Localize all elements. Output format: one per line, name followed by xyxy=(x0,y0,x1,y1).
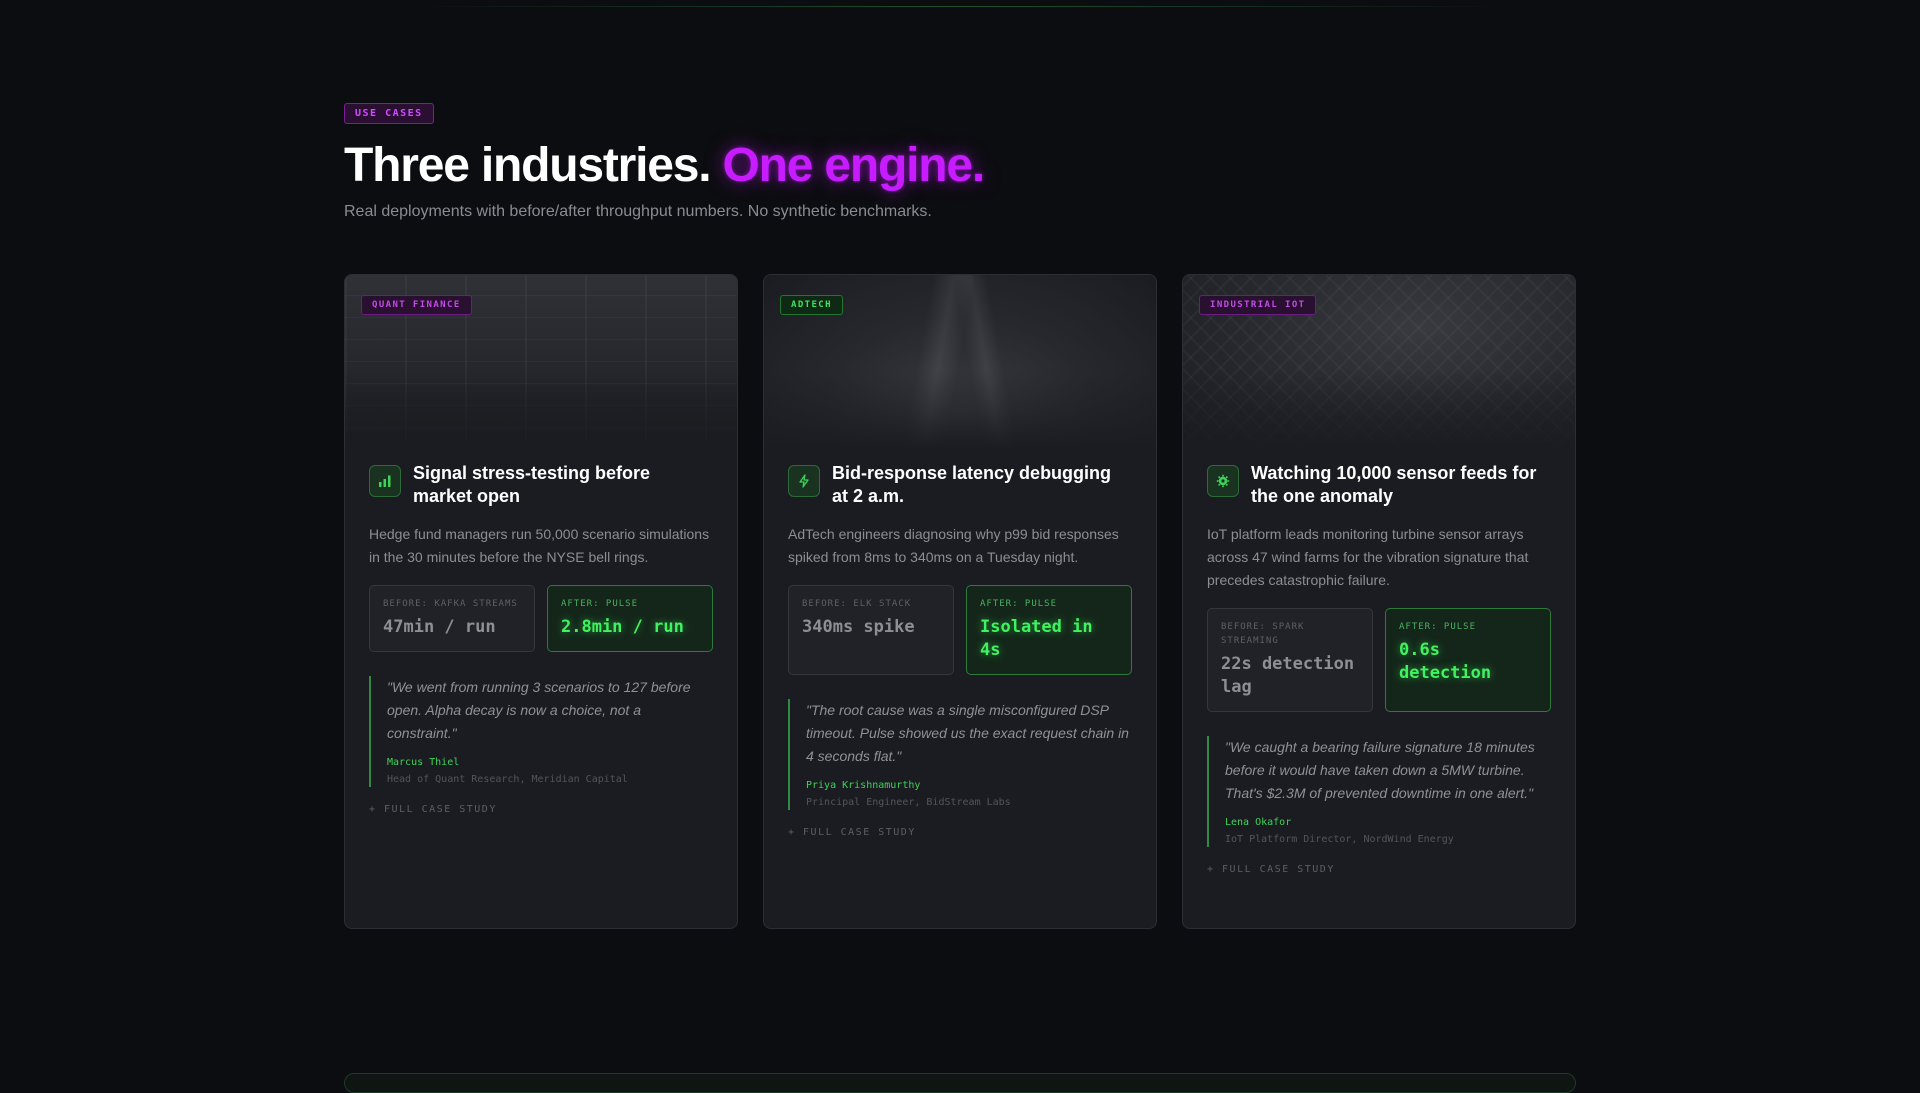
quote-text: "We went from running 3 scenarios to 127… xyxy=(387,679,691,741)
quote-author-role: Principal Engineer, BidStream Labs xyxy=(806,797,1011,808)
quote-text: "We caught a bearing failure signature 1… xyxy=(1225,739,1535,801)
use-case-card-adtech: ADTECH Bid-response latency debugging at… xyxy=(763,274,1157,929)
before-after-metrics: BEFORE: KAFKA STREAMS 47min / run AFTER:… xyxy=(369,585,713,652)
gear-icon xyxy=(1207,465,1239,497)
top-divider-glow xyxy=(410,6,1510,7)
card-description: Hedge fund managers run 50,000 scenario … xyxy=(369,526,710,565)
full-case-study-link[interactable]: + FULL CASE STUDY xyxy=(1207,864,1335,875)
section-eyebrow-badge: USE CASES xyxy=(344,103,434,124)
section-title-main: Three industries. xyxy=(344,139,712,192)
full-case-study-link[interactable]: + FULL CASE STUDY xyxy=(788,827,916,838)
card-description: IoT platform leads monitoring turbine se… xyxy=(1207,526,1529,588)
section-title: Three industries. One engine. xyxy=(344,138,1576,194)
next-section-edge xyxy=(344,1073,1576,1093)
metric-after-label: AFTER: PULSE xyxy=(980,599,1058,609)
industry-tag: QUANT FINANCE xyxy=(361,295,472,315)
industry-tag: INDUSTRIAL IOT xyxy=(1199,295,1317,315)
metric-before-value: 340ms spike xyxy=(802,617,915,637)
metric-before-label: BEFORE: SPARK STREAMING xyxy=(1221,622,1305,646)
use-cases-header: USE CASES Three industries. One engine. … xyxy=(344,103,1576,221)
quote-author: Priya Krishnamurthy xyxy=(806,780,921,791)
card-image-team-photo: ADTECH xyxy=(764,275,1156,450)
section-subtitle: Real deployments with before/after throu… xyxy=(344,203,932,220)
testimonial-quote: "The root cause was a single misconfigur… xyxy=(788,699,1132,810)
metric-before-label: BEFORE: ELK STACK xyxy=(802,599,912,609)
metric-before-value: 47min / run xyxy=(383,617,496,637)
quote-author: Lena Okafor xyxy=(1225,817,1292,828)
metric-before: BEFORE: ELK STACK 340ms spike xyxy=(788,585,954,675)
full-case-study-link[interactable]: + FULL CASE STUDY xyxy=(369,804,497,815)
card-title: Bid-response latency debugging at 2 a.m. xyxy=(832,463,1112,506)
testimonial-quote: "We caught a bearing failure signature 1… xyxy=(1207,736,1551,847)
use-case-cards: QUANT FINANCE Signal stress-testing befo… xyxy=(344,274,1576,929)
card-image-trading-floor: QUANT FINANCE xyxy=(345,275,737,450)
metric-after: AFTER: PULSE Isolated in 4s xyxy=(966,585,1132,675)
quote-author: Marcus Thiel xyxy=(387,757,460,768)
before-after-metrics: BEFORE: ELK STACK 340ms spike AFTER: PUL… xyxy=(788,585,1132,675)
bar-chart-icon xyxy=(369,465,401,497)
metric-before: BEFORE: SPARK STREAMING 22s detection la… xyxy=(1207,608,1373,712)
metric-after: AFTER: PULSE 0.6s detection xyxy=(1385,608,1551,712)
before-after-metrics: BEFORE: SPARK STREAMING 22s detection la… xyxy=(1207,608,1551,712)
card-title: Signal stress-testing before market open xyxy=(413,463,651,506)
use-case-card-industrial-iot: INDUSTRIAL IOT Watching 10,000 sensor fe… xyxy=(1182,274,1576,929)
industry-tag: ADTECH xyxy=(780,295,843,315)
metric-after: AFTER: PULSE 2.8min / run xyxy=(547,585,713,652)
metric-after-label: AFTER: PULSE xyxy=(1399,622,1477,632)
use-case-card-quant-finance: QUANT FINANCE Signal stress-testing befo… xyxy=(344,274,738,929)
card-image-circuit-board: INDUSTRIAL IOT xyxy=(1183,275,1575,450)
metric-after-value: 2.8min / run xyxy=(561,617,684,637)
metric-after-value: Isolated in 4s xyxy=(980,617,1093,660)
metric-before-value: 22s detection lag xyxy=(1221,654,1355,697)
quote-author-role: IoT Platform Director, NordWind Energy xyxy=(1225,834,1454,845)
metric-before: BEFORE: KAFKA STREAMS 47min / run xyxy=(369,585,535,652)
metric-after-value: 0.6s detection xyxy=(1399,640,1492,683)
metric-before-label: BEFORE: KAFKA STREAMS xyxy=(383,599,518,609)
lightning-icon xyxy=(788,465,820,497)
quote-text: "The root cause was a single misconfigur… xyxy=(806,702,1129,764)
card-description: AdTech engineers diagnosing why p99 bid … xyxy=(788,526,1119,565)
section-title-accent: One engine. xyxy=(722,139,986,192)
metric-after-label: AFTER: PULSE xyxy=(561,599,639,609)
card-title: Watching 10,000 sensor feeds for the one… xyxy=(1251,463,1537,506)
testimonial-quote: "We went from running 3 scenarios to 127… xyxy=(369,676,713,787)
quote-author-role: Head of Quant Research, Meridian Capital xyxy=(387,774,628,785)
